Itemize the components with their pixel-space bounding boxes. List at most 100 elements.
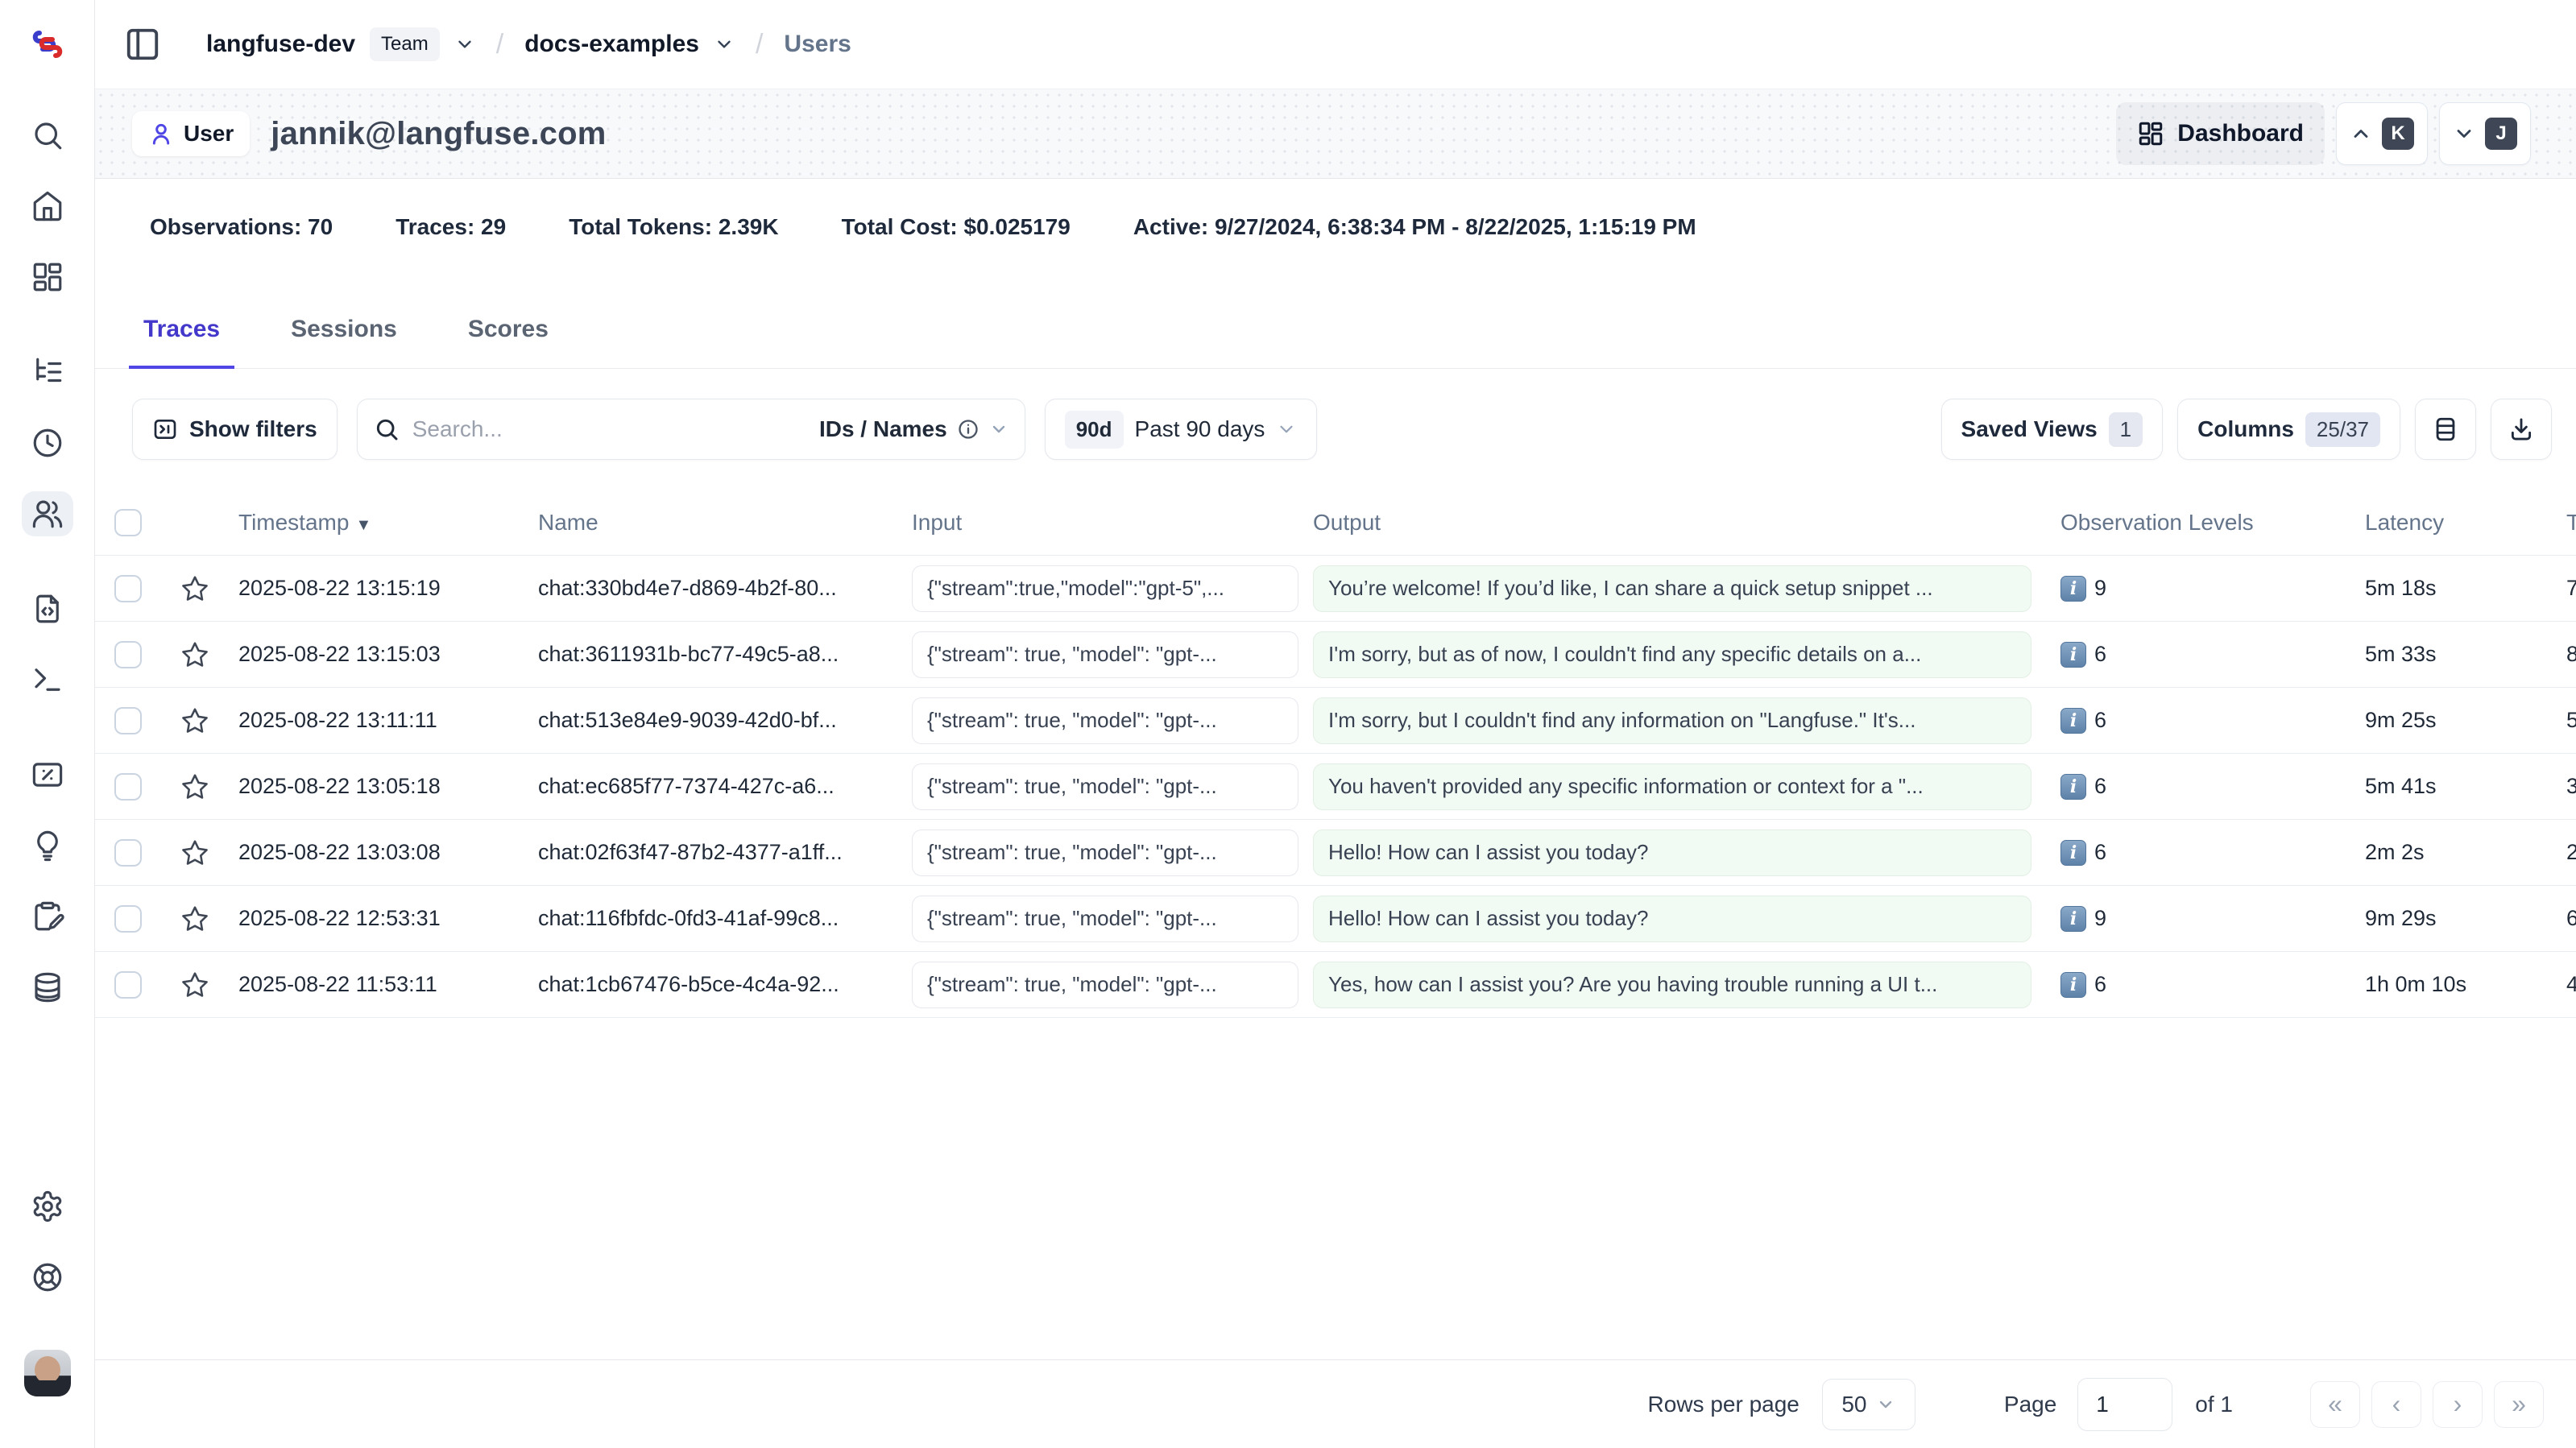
sidebar-toggle-button[interactable] [124, 26, 161, 63]
column-header-input[interactable]: Input [897, 510, 1298, 536]
table-row[interactable]: 2025-08-22 13:15:03 chat:3611931b-bc77-4… [95, 622, 2576, 688]
cell-timestamp[interactable]: 2025-08-22 13:03:08 [224, 840, 524, 865]
star-icon[interactable] [180, 574, 209, 603]
breadcrumb-org[interactable]: langfuse-dev [206, 31, 355, 58]
cell-output[interactable]: You’re welcome! If you’d like, I can sha… [1313, 565, 2031, 612]
star-icon[interactable] [180, 838, 209, 867]
columns-button[interactable]: Columns 25/37 [2177, 399, 2400, 460]
cell-timestamp[interactable]: 2025-08-22 13:15:03 [224, 642, 524, 667]
cell-timestamp[interactable]: 2025-08-22 13:11:11 [224, 708, 524, 733]
sidebar-item-llm-judge[interactable] [22, 823, 73, 868]
user-avatar[interactable] [24, 1350, 71, 1396]
date-range-button[interactable]: 90d Past 90 days [1045, 399, 1318, 460]
select-all-checkbox[interactable] [114, 509, 142, 536]
cell-output[interactable]: Yes, how can I assist you? Are you havin… [1313, 962, 2031, 1008]
sidebar-item-settings[interactable] [22, 1184, 73, 1229]
cell-timestamp[interactable]: 2025-08-22 13:05:18 [224, 774, 524, 799]
last-page-button[interactable]: » [2494, 1381, 2544, 1428]
rows-per-page-select[interactable]: 50 [1822, 1379, 1915, 1430]
show-filters-button[interactable]: Show filters [132, 399, 338, 460]
chevron-down-icon[interactable] [714, 34, 735, 55]
sidebar-item-tracing[interactable] [22, 350, 73, 395]
sidebar-item-search[interactable] [22, 113, 73, 158]
cell-input[interactable]: {"stream": true, "model": "gpt-... [912, 829, 1298, 876]
sidebar-item-users[interactable] [22, 491, 73, 536]
cell-timestamp[interactable]: 2025-08-22 13:15:19 [224, 576, 524, 601]
table-row[interactable]: 2025-08-22 13:15:19 chat:330bd4e7-d869-4… [95, 556, 2576, 622]
langfuse-logo[interactable] [28, 0, 67, 89]
dashboard-button[interactable]: Dashboard [2116, 102, 2325, 165]
star-icon[interactable] [180, 904, 209, 933]
sidebar-item-prompts[interactable] [22, 586, 73, 631]
table-row[interactable]: 2025-08-22 13:05:18 chat:ec685f77-7374-4… [95, 754, 2576, 820]
next-page-button[interactable]: › [2433, 1381, 2483, 1428]
cell-name[interactable]: chat:3611931b-bc77-49c5-a8... [524, 642, 897, 667]
saved-views-button[interactable]: Saved Views 1 [1941, 399, 2164, 460]
column-header-observation-levels[interactable]: Observation Levels [2046, 510, 2350, 536]
cell-input[interactable]: {"stream":true,"model":"gpt-5",... [912, 565, 1298, 612]
previous-user-button[interactable]: K [2336, 102, 2428, 165]
row-height-button[interactable] [2415, 399, 2476, 460]
cell-output[interactable]: I'm sorry, but I couldn't find any infor… [1313, 697, 2031, 744]
tab-sessions[interactable]: Sessions [276, 275, 412, 369]
sidebar-item-support[interactable] [22, 1255, 73, 1300]
star-icon[interactable] [180, 970, 209, 999]
cell-timestamp[interactable]: 2025-08-22 11:53:11 [224, 972, 524, 997]
cell-output[interactable]: You haven't provided any specific inform… [1313, 763, 2031, 810]
column-header-timestamp[interactable]: Timestamp▼ [224, 510, 524, 536]
row-checkbox[interactable] [114, 839, 142, 867]
table-row[interactable]: 2025-08-22 13:03:08 chat:02f63f47-87b2-4… [95, 820, 2576, 886]
cell-name[interactable]: chat:330bd4e7-d869-4b2f-80... [524, 576, 897, 601]
cell-name[interactable]: chat:1cb67476-b5ce-4c4a-92... [524, 972, 897, 997]
column-header-output[interactable]: Output [1298, 510, 2046, 536]
sidebar-item-home[interactable] [22, 184, 73, 229]
column-header-name[interactable]: Name [524, 510, 897, 536]
table-row[interactable]: 2025-08-22 11:53:11 chat:1cb67476-b5ce-4… [95, 952, 2576, 1018]
export-button[interactable] [2491, 399, 2552, 460]
cell-input[interactable]: {"stream": true, "model": "gpt-... [912, 697, 1298, 744]
search-scope-dropdown[interactable]: IDs / Names [819, 416, 1008, 442]
tab-traces[interactable]: Traces [129, 275, 234, 369]
row-checkbox[interactable] [114, 641, 142, 668]
cell-input[interactable]: {"stream": true, "model": "gpt-... [912, 962, 1298, 1008]
cell-input[interactable]: {"stream": true, "model": "gpt-... [912, 896, 1298, 942]
breadcrumb-page[interactable]: Users [784, 31, 851, 58]
previous-page-button[interactable]: ‹ [2371, 1381, 2421, 1428]
sidebar-item-playground[interactable] [22, 657, 73, 702]
tab-scores[interactable]: Scores [453, 275, 563, 369]
row-checkbox[interactable] [114, 707, 142, 734]
row-checkbox[interactable] [114, 905, 142, 933]
page-number-input[interactable] [2077, 1378, 2172, 1431]
cell-output[interactable]: Hello! How can I assist you today? [1313, 896, 2031, 942]
row-checkbox[interactable] [114, 971, 142, 999]
breadcrumb-project[interactable]: docs-examples [524, 31, 699, 58]
cell-name[interactable]: chat:ec685f77-7374-427c-a6... [524, 774, 897, 799]
star-icon[interactable] [180, 640, 209, 669]
cell-input[interactable]: {"stream": true, "model": "gpt-... [912, 763, 1298, 810]
next-user-button[interactable]: J [2439, 102, 2531, 165]
table-row[interactable]: 2025-08-22 13:11:11 chat:513e84e9-9039-4… [95, 688, 2576, 754]
cell-output[interactable]: I'm sorry, but as of now, I couldn't fin… [1313, 631, 2031, 678]
sidebar-item-evals[interactable] [22, 752, 73, 797]
search-input[interactable] [412, 416, 806, 442]
cell-name[interactable]: chat:116fbfdc-0fd3-41af-99c8... [524, 906, 897, 931]
column-header-clipped[interactable]: T [2552, 510, 2576, 536]
row-checkbox[interactable] [114, 773, 142, 801]
first-page-button[interactable]: « [2310, 1381, 2360, 1428]
sidebar-item-datasets[interactable] [22, 965, 73, 1010]
row-checkbox[interactable] [114, 575, 142, 602]
cell-output[interactable]: Hello! How can I assist you today? [1313, 829, 2031, 876]
cell-name[interactable]: chat:513e84e9-9039-42d0-bf... [524, 708, 897, 733]
star-icon[interactable] [180, 706, 209, 735]
cell-name[interactable]: chat:02f63f47-87b2-4377-a1ff... [524, 840, 897, 865]
star-icon[interactable] [180, 772, 209, 801]
search-box[interactable]: IDs / Names [357, 399, 1025, 460]
chevron-down-icon[interactable] [454, 34, 475, 55]
sidebar-item-annotation[interactable] [22, 894, 73, 939]
cell-timestamp[interactable]: 2025-08-22 12:53:31 [224, 906, 524, 931]
sidebar-item-sessions[interactable] [22, 420, 73, 465]
column-header-latency[interactable]: Latency [2350, 510, 2552, 536]
sidebar-item-dashboards[interactable] [22, 254, 73, 300]
cell-input[interactable]: {"stream": true, "model": "gpt-... [912, 631, 1298, 678]
table-row[interactable]: 2025-08-22 12:53:31 chat:116fbfdc-0fd3-4… [95, 886, 2576, 952]
